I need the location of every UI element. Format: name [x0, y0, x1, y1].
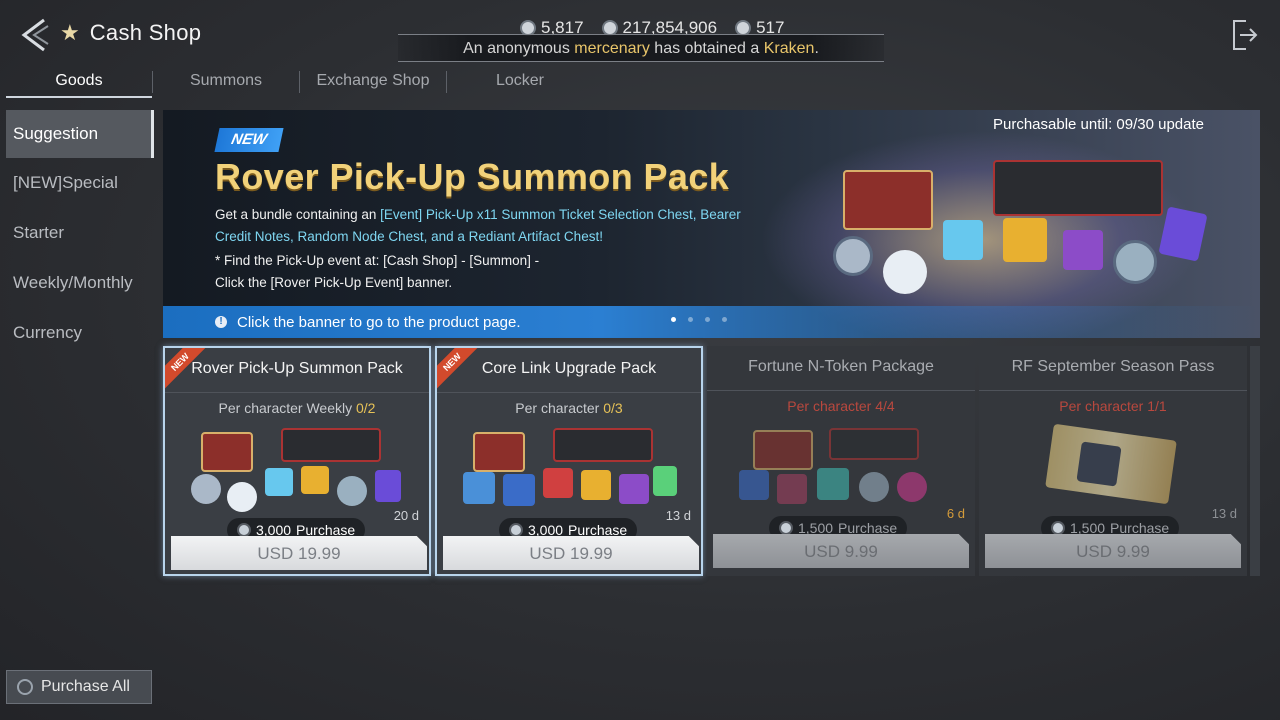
purchase-all-button[interactable]: Purchase All — [6, 670, 152, 704]
notice-ticker: An anonymous mercenary has obtained a Kr… — [398, 34, 884, 62]
gem-icon — [779, 521, 793, 535]
carousel-dot[interactable] — [722, 317, 727, 322]
promo-banner[interactable]: NEW Rover Pick-Up Summon Pack Get a bund… — [163, 110, 1260, 338]
back-arrow-icon[interactable] — [18, 16, 52, 54]
page-header: ★ Cash Shop — [60, 20, 201, 46]
product-card[interactable]: Fortune N-Token Package Per character 4/… — [707, 346, 975, 576]
sidebar-item-suggestion[interactable]: Suggestion — [6, 110, 154, 158]
product-list: NEW Rover Pick-Up Summon Pack Per charac… — [163, 346, 1260, 576]
banner-find-note: * Find the Pick-Up event at: [Cash Shop]… — [215, 253, 540, 290]
time-remaining: 13 d — [1211, 506, 1237, 521]
new-badge: NEW — [214, 128, 284, 152]
star-icon: ★ — [60, 20, 80, 45]
purchase-limit: Per character Weekly 0/2 — [218, 400, 376, 416]
time-remaining: 6 d — [946, 506, 965, 521]
tab-goods[interactable]: Goods — [6, 66, 152, 98]
sidebar-item-starter[interactable]: Starter — [6, 208, 154, 258]
tab-exchange-shop[interactable]: Exchange Shop — [300, 66, 446, 98]
purchase-limit: Per character 0/3 — [515, 400, 623, 416]
time-remaining: 20 d — [393, 508, 419, 523]
info-icon: ! — [215, 316, 227, 328]
loot-pile-image — [823, 150, 1223, 310]
purchase-limit: Per character 4/4 — [787, 398, 895, 414]
price-button[interactable]: USD 19.99 — [443, 536, 699, 570]
product-name: RF September Season Pass — [1011, 358, 1215, 375]
price-button[interactable]: USD 9.99 — [985, 534, 1241, 568]
time-remaining: 13 d — [665, 508, 691, 523]
price-button[interactable]: USD 9.99 — [713, 534, 969, 568]
page-title: Cash Shop — [89, 20, 202, 45]
product-image — [463, 424, 679, 514]
banner-info-bar: ! Click the banner to go to the product … — [163, 306, 1260, 338]
product-image — [191, 424, 407, 514]
product-name: Rover Pick-Up Summon Pack — [191, 360, 403, 377]
exit-icon[interactable] — [1232, 18, 1258, 52]
purchasable-until: Purchasable until: 09/30 update — [993, 116, 1204, 133]
gem-icon — [1051, 521, 1065, 535]
gem-icon — [509, 523, 523, 537]
product-name: Fortune N-Token Package — [748, 358, 934, 375]
carousel-dot[interactable] — [705, 317, 710, 322]
carousel-dot[interactable] — [671, 317, 676, 322]
sidebar-item-special[interactable]: [NEW]Special — [6, 158, 154, 208]
banner-title: Rover Pick-Up Summon Pack — [215, 156, 730, 197]
tab-summons[interactable]: Summons — [153, 66, 299, 98]
carousel-dot[interactable] — [688, 317, 693, 322]
product-card[interactable]: NEW Rover Pick-Up Summon Pack Per charac… — [163, 346, 431, 576]
product-card[interactable]: NEW Core Link Upgrade Pack Per character… — [435, 346, 703, 576]
gem-icon — [237, 523, 251, 537]
banner-description: Get a bundle containing an [Event] Pick-… — [215, 207, 741, 244]
sidebar-item-weekly-monthly[interactable]: Weekly/Monthly — [6, 258, 154, 308]
category-sidebar: Suggestion [NEW]Special Starter Weekly/M… — [6, 110, 154, 358]
price-button[interactable]: USD 19.99 — [171, 536, 427, 570]
product-card[interactable]: RF September Season Pass Per character 1… — [979, 346, 1247, 576]
carousel-dots — [671, 317, 727, 322]
purchase-icon — [17, 679, 33, 695]
season-pass-ticket-image — [1045, 423, 1177, 505]
purchase-limit: Per character 1/1 — [1059, 398, 1167, 414]
next-card-peek[interactable] — [1250, 346, 1260, 576]
tab-locker[interactable]: Locker — [447, 66, 593, 98]
product-name: Core Link Upgrade Pack — [481, 360, 657, 377]
sidebar-item-currency[interactable]: Currency — [6, 308, 154, 358]
product-image — [733, 422, 949, 512]
shop-tabs: Goods Summons Exchange Shop Locker — [6, 66, 1256, 98]
